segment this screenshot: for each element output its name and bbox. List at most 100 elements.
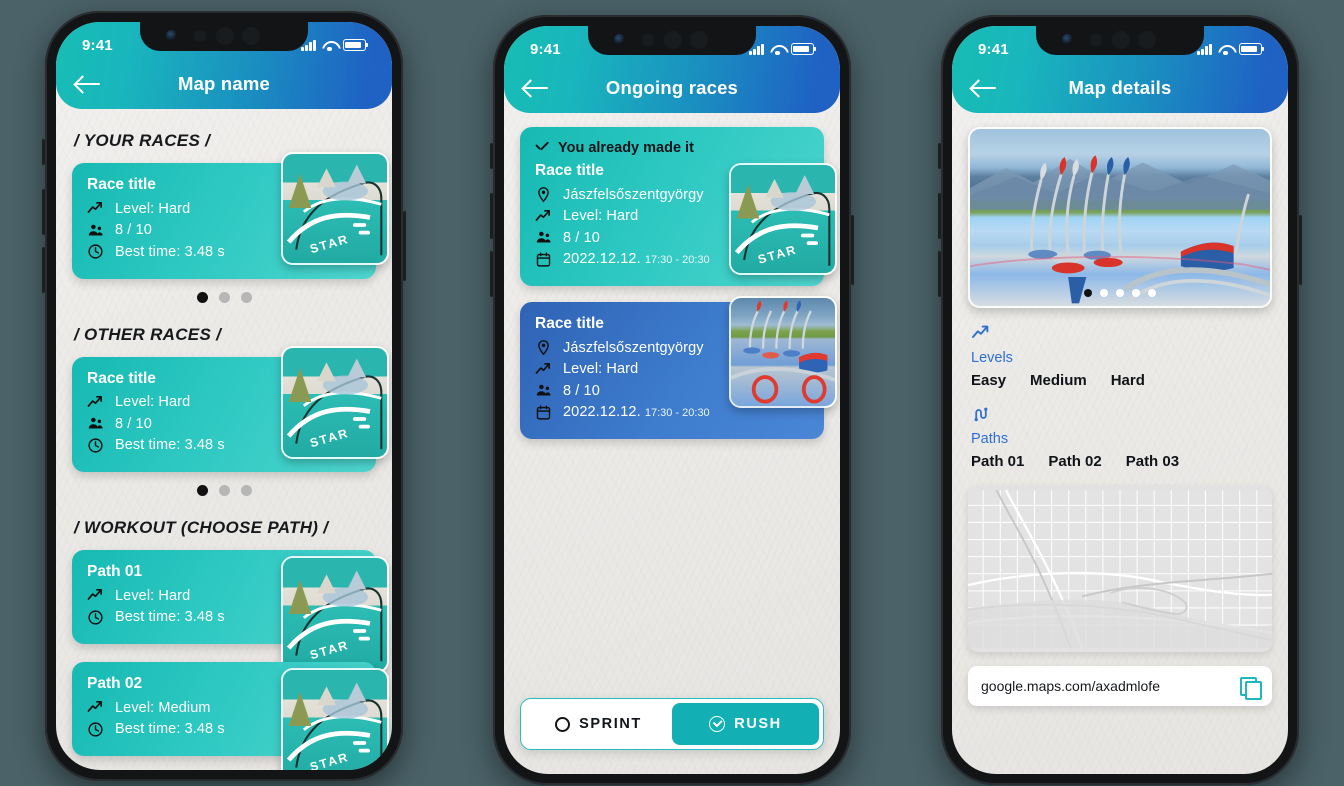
page-title: Map name — [177, 73, 271, 94]
level-option-hard[interactable]: Hard — [1111, 372, 1145, 389]
levels-options: Easy Medium Hard — [971, 372, 1272, 389]
speaker-icon — [216, 27, 234, 45]
sprint-label: SPRINT — [579, 716, 642, 732]
status-icons — [1197, 43, 1265, 55]
path-option-02[interactable]: Path 02 — [1048, 453, 1101, 470]
battery-icon — [1239, 43, 1265, 55]
circle-outline-icon — [555, 716, 571, 732]
phone1-screen: 9:41 Map name / YOUR RACES / Race title — [56, 22, 392, 770]
carousel-pager[interactable] — [72, 485, 376, 496]
volume-up-button[interactable] — [490, 193, 493, 239]
power-button[interactable] — [851, 215, 854, 285]
ongoing-race-card[interactable]: Race title Jászfelsőszentgyörgy Level: H… — [520, 296, 837, 439]
mute-switch[interactable] — [938, 143, 941, 169]
location-map[interactable] — [968, 486, 1272, 652]
map-url-bar[interactable]: google.maps.com/axadmlofe — [968, 666, 1272, 706]
meta-text: 8 / 10 — [115, 415, 152, 432]
map-streets — [968, 489, 1272, 649]
card-thumbnail[interactable]: STAR — [281, 556, 389, 673]
path-card[interactable]: Path 02 Level: Medium Best time: 3.48 s — [72, 662, 389, 770]
race-card[interactable]: Race title Level: Hard 8 / 10 Best time:… — [72, 345, 389, 472]
trend-up-icon — [87, 395, 103, 407]
phone2-navbar: Ongoing races — [504, 63, 840, 113]
location-pin-icon — [538, 340, 549, 356]
sensor-icon — [1090, 34, 1102, 46]
sensor-icon — [194, 30, 206, 42]
meta-text: 8 / 10 — [563, 229, 600, 246]
phone-map-details: 9:41 Map details Levels Easy Medium Hard… — [938, 15, 1302, 785]
notch — [140, 22, 308, 51]
phone1-content: / YOUR RACES / Race title Level: Hard 8 … — [56, 109, 392, 770]
gallery-pager[interactable] — [970, 289, 1270, 297]
sprint-option[interactable]: SPRINT — [525, 703, 672, 745]
skatepark-teal-thumb: STAR — [731, 165, 835, 273]
back-arrow-icon[interactable] — [972, 78, 998, 98]
volume-down-button[interactable] — [490, 251, 493, 297]
meta-text: Jászfelsőszentgyörgy — [563, 339, 704, 356]
levels-block: Levels Easy Medium Hard — [971, 325, 1272, 389]
level-option-easy[interactable]: Easy — [971, 372, 1006, 389]
front-camera-icon — [166, 30, 177, 41]
meta-text: Jászfelsőszentgyörgy — [563, 186, 704, 203]
volume-up-button[interactable] — [42, 189, 45, 235]
copy-icon[interactable] — [1240, 676, 1262, 700]
wifi-icon — [1218, 44, 1233, 55]
power-button[interactable] — [1299, 215, 1302, 285]
path-option-01[interactable]: Path 01 — [971, 453, 1024, 470]
back-arrow-icon[interactable] — [524, 78, 550, 98]
rush-option[interactable]: RUSH — [672, 703, 819, 745]
speaker-icon — [1112, 31, 1130, 49]
svg-text:STAR: STAR — [756, 242, 798, 267]
volume-down-button[interactable] — [42, 247, 45, 293]
meta-text: 8 / 10 — [115, 222, 152, 238]
clock-icon — [88, 437, 103, 453]
card-thumbnail[interactable]: STAR — [729, 163, 837, 275]
svg-text:STAR: STAR — [308, 638, 350, 663]
card-thumbnail[interactable]: STAR — [281, 152, 389, 265]
wifi-icon — [770, 44, 785, 55]
trend-up-icon — [87, 201, 103, 213]
power-button[interactable] — [403, 211, 406, 281]
trend-up-icon — [972, 325, 989, 338]
sensor2-icon — [690, 31, 708, 49]
people-icon — [88, 417, 103, 429]
card-thumbnail[interactable] — [729, 296, 837, 408]
section-heading-your-races: / YOUR RACES / — [74, 131, 211, 150]
gallery-carousel[interactable] — [968, 127, 1272, 308]
skatepark-blue-thumb — [731, 298, 835, 406]
status-time: 9:41 — [530, 40, 561, 58]
mute-switch[interactable] — [42, 139, 45, 165]
meta-text: Best time: 3.48 s — [115, 721, 225, 737]
meta-text: 8 / 10 — [563, 382, 600, 399]
meta-text: Level: Hard — [115, 200, 191, 217]
phone3-screen: 9:41 Map details Levels Easy Medium Hard… — [952, 26, 1288, 774]
ongoing-race-card[interactable]: You already made it Race title Jászfelső… — [520, 127, 837, 286]
banner-text: You already made it — [558, 140, 694, 156]
rush-label: RUSH — [734, 716, 782, 732]
back-arrow-icon[interactable] — [76, 74, 102, 94]
volume-up-button[interactable] — [938, 193, 941, 239]
phone-map-name: 9:41 Map name / YOUR RACES / Race title — [42, 11, 406, 781]
meta-text: Level: Hard — [115, 587, 191, 604]
phone3-navbar: Map details — [952, 63, 1288, 113]
check-icon — [535, 144, 549, 153]
trend-up-icon — [535, 209, 551, 221]
trend-up-icon — [87, 700, 103, 712]
skatepark-teal-thumb: STAR — [283, 558, 387, 671]
mute-switch[interactable] — [490, 143, 493, 169]
card-thumbnail[interactable]: STAR — [281, 345, 389, 459]
race-card[interactable]: Race title Level: Hard 8 / 10 Best time:… — [72, 152, 389, 279]
meta-text: Level: Medium — [115, 699, 211, 716]
carousel-pager[interactable] — [72, 291, 376, 303]
meta-text: Level: Hard — [563, 361, 639, 377]
meta-text: 2022.12.12. 17:30 - 20:30 — [563, 251, 710, 267]
card-thumbnail[interactable]: STAR — [281, 668, 389, 770]
mode-segmented-control[interactable]: SPRINT RUSH — [520, 698, 824, 750]
volume-down-button[interactable] — [938, 251, 941, 297]
level-option-medium[interactable]: Medium — [1030, 372, 1087, 389]
levels-label: Levels — [971, 350, 1013, 366]
path-card[interactable]: Path 01 Level: Hard Best time: 3.48 s ST… — [72, 550, 389, 673]
screenshot-stage: 9:41 Map name / YOUR RACES / Race title — [0, 0, 1344, 786]
date-value: 2022.12.12. — [563, 251, 641, 267]
path-option-03[interactable]: Path 03 — [1126, 453, 1179, 470]
